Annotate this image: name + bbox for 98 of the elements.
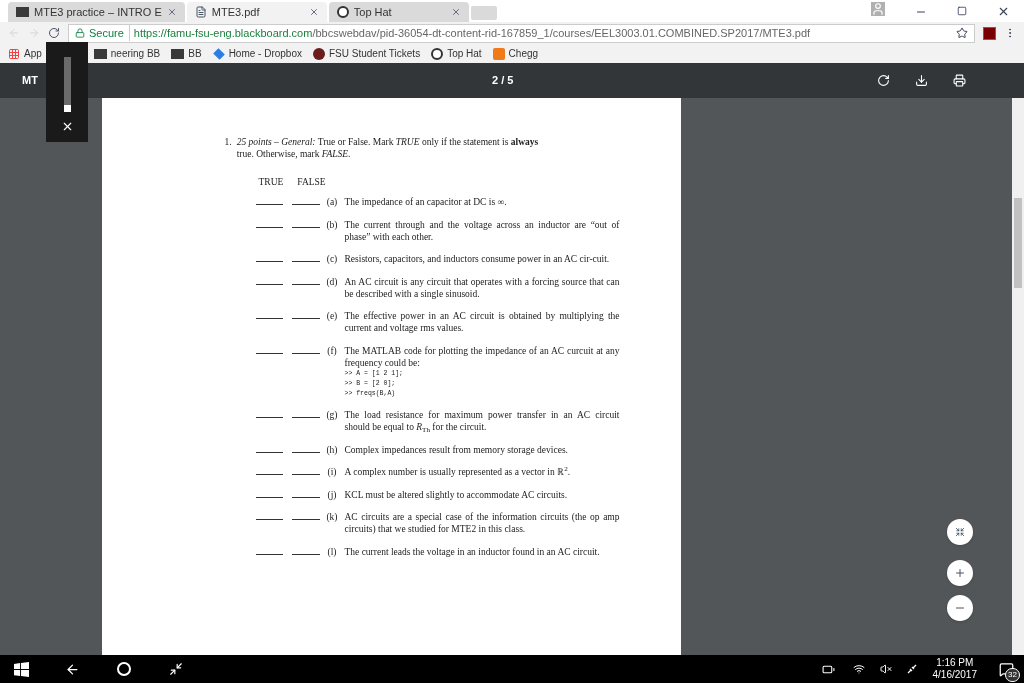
close-icon[interactable] — [997, 5, 1010, 18]
statement-text: Complex impedances result from memory storage devices. — [344, 443, 569, 456]
statement-text: The MATLAB code for plotting the impedance of an AC curcuit at any frequency could be: — [344, 344, 620, 369]
bookmark-link[interactable]: neering BB — [93, 46, 161, 61]
scrollbar[interactable] — [1012, 98, 1024, 655]
answer-line[interactable] — [292, 352, 320, 354]
statement-text: Resistors, capacitors, and inductors consume power in an AC cir-cuit. — [344, 253, 611, 265]
circle-logo-icon — [336, 6, 349, 18]
statement-text: A complex number is usually represented as a vector in ℝ$^{2}$. — [344, 466, 572, 478]
lock-icon — [75, 28, 85, 38]
bookmark-link[interactable]: BB — [171, 46, 202, 61]
item-letter: (e) — [325, 310, 339, 323]
blackboard-icon — [16, 7, 29, 17]
item-letter: (d) — [325, 275, 339, 289]
answer-line[interactable] — [255, 519, 283, 520]
statement-text: The effective power in an AC circuit is obtained by multiplying the current and voltage rms values. — [344, 310, 620, 334]
tab-title: MTE3.pdf — [211, 4, 261, 20]
answer-line[interactable] — [292, 451, 320, 453]
browser-tab[interactable]: MTE3 practice – INTRO E — [8, 2, 185, 22]
blackboard-icon — [93, 48, 107, 59]
seal-icon — [313, 47, 325, 60]
network-icon[interactable] — [906, 664, 917, 674]
page-indicator: 2 / 5 — [492, 73, 514, 89]
restore-icon[interactable] — [957, 6, 967, 16]
answer-line[interactable] — [292, 496, 320, 498]
answer-line[interactable] — [255, 204, 283, 205]
statement-text: AC circuits are a special case of the information circuits (the op amp circuits) that we studied for MTE2 in this class. — [344, 511, 620, 535]
answer-line[interactable] — [292, 226, 320, 228]
browser-tab[interactable]: MTE3.pdf — [186, 2, 327, 22]
answer-line[interactable] — [255, 283, 283, 285]
statement-text: The current leads the voltage in an inductor found in an AC circuit. — [344, 545, 601, 558]
item-letter: (k) — [325, 511, 339, 524]
item-letter: (f) — [326, 344, 338, 358]
dropbox-icon — [212, 47, 225, 60]
answer-line[interactable] — [255, 261, 283, 262]
document-title: MT — [22, 73, 39, 89]
answer-line[interactable] — [255, 553, 283, 555]
statement-text: KCL must be altered slightly to accommodate AC circuits. — [344, 488, 569, 501]
item-letter: (c) — [325, 253, 339, 265]
reload-icon[interactable] — [48, 27, 60, 39]
answer-line[interactable] — [255, 451, 283, 453]
clock-date[interactable]: 4/16/2017 — [932, 669, 977, 681]
plus-icon — [954, 567, 966, 579]
print-icon[interactable] — [953, 74, 966, 87]
question-intro: 25 points – General: True or False. Mark TRUE only if the statement is always true. Otherwise, mark FALSE. — [236, 136, 540, 160]
tab-title: Top Hat — [353, 4, 393, 20]
answer-line[interactable] — [255, 352, 283, 354]
chegg-logo-icon — [492, 47, 505, 60]
windows-logo-icon[interactable] — [14, 661, 29, 677]
true-heading: TRUE — [258, 176, 284, 188]
rotate-icon[interactable] — [877, 74, 890, 87]
address-field[interactable]: Secure https://famu-fsu-eng.blackboard.com/bbcswebdav/pid-36054-dt-content-rid-167859_1/courses/EEL3003.01.COMBINED.SP2017/MTE3.pdf — [68, 23, 975, 43]
bookmark-star-icon[interactable] — [956, 27, 968, 39]
bookmark-link[interactable]: Home - Dropbox — [212, 46, 302, 61]
bookmark-link[interactable]: Top Hat — [431, 46, 482, 61]
item-letter: (l) — [326, 545, 338, 558]
url-text: https://famu-fsu-eng.blackboard.com/bbcswebdav/pid-36054-dt-content-rid-167859_1/courses/EEL3003.01.COMBINED.SP2017/MTE3.pdf — [133, 25, 811, 41]
bookmark-link[interactable]: Chegg — [492, 46, 539, 61]
bookmark-link[interactable]: App — [8, 46, 42, 61]
statement-text: An AC circuit is any circuit that operates with a forcing source that can be described with a single sinusoid. — [344, 275, 620, 300]
notification-count: 32 — [1005, 667, 1020, 682]
statement-text: The current through and the voltage across an inductor are “out of phase” with each other. — [344, 218, 620, 243]
document-icon — [194, 6, 207, 18]
statement-text: The impedance of an capacitor at DC is ∞. — [344, 196, 508, 208]
browser-tab[interactable]: Top Hat — [328, 2, 469, 22]
answer-line[interactable] — [292, 553, 320, 555]
bookmark-link[interactable]: FSU Student Tickets — [313, 46, 421, 61]
question-number: 1. — [224, 136, 232, 149]
shrink-arrows-icon — [955, 527, 965, 537]
answer-line[interactable] — [255, 226, 283, 228]
item-letter: (j) — [326, 488, 338, 501]
item-letter: (g) — [325, 409, 339, 422]
answer-line[interactable] — [255, 474, 283, 475]
download-icon[interactable] — [915, 74, 928, 87]
answer-line[interactable] — [255, 318, 283, 319]
statement-text: The load resistance for maximum power transfer in an AC circuit should be equal to R$_{Th}$ for the circuit. — [344, 409, 620, 433]
item-letter: (i) — [326, 466, 338, 478]
item-letter: (a) — [325, 196, 339, 208]
muted-speaker-icon[interactable] — [879, 663, 892, 675]
zoom-out-button[interactable] — [947, 595, 973, 621]
item-letter: (b) — [325, 218, 339, 232]
clock-time[interactable]: 1:16 PM — [936, 657, 974, 669]
vertical-bar-drawing — [63, 57, 71, 112]
answer-line[interactable] — [255, 417, 283, 418]
zoom-in-button[interactable] — [947, 560, 973, 586]
circle-logo-icon — [431, 47, 444, 60]
apps-grid-icon — [8, 47, 20, 60]
item-letter: (h) — [325, 443, 339, 456]
fit-page-button[interactable] — [947, 519, 973, 545]
wifi-icon[interactable] — [852, 663, 865, 675]
answer-line[interactable] — [255, 496, 283, 498]
blackboard-icon — [171, 48, 185, 59]
false-heading: FALSE — [297, 176, 326, 188]
pdf-extension-icon[interactable] — [983, 26, 996, 40]
tab-title: MTE3 practice – INTRO E — [34, 4, 162, 20]
answer-line[interactable] — [292, 283, 320, 285]
secure-label: Secure — [89, 24, 130, 42]
back-icon[interactable] — [65, 661, 80, 677]
